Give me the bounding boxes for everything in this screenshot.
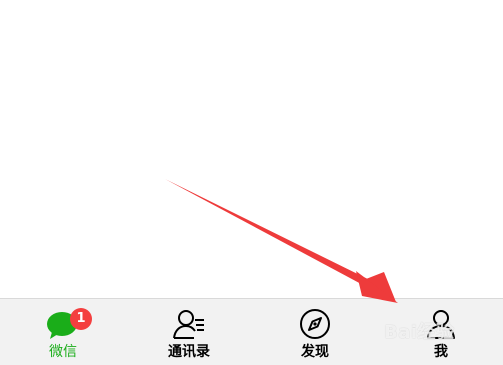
compass-icon [298, 307, 332, 341]
watermark-logo: Bai经验 [384, 322, 455, 343]
tab-me-label: 我 [434, 344, 448, 360]
tab-discover-label: 发现 [301, 344, 329, 360]
unread-badge: 1 [70, 308, 92, 330]
contacts-icon [172, 307, 206, 341]
wechat-screen: 1 微信 通讯录 发现 我 Bai经验 [0, 0, 503, 365]
tab-chats[interactable]: 1 微信 [0, 299, 126, 365]
tab-contacts-label: 通讯录 [168, 344, 210, 360]
tab-discover[interactable]: 发现 [252, 299, 378, 365]
content-area [0, 0, 503, 298]
tab-chats-label: 微信 [49, 344, 77, 360]
tab-contacts[interactable]: 通讯录 [126, 299, 252, 365]
